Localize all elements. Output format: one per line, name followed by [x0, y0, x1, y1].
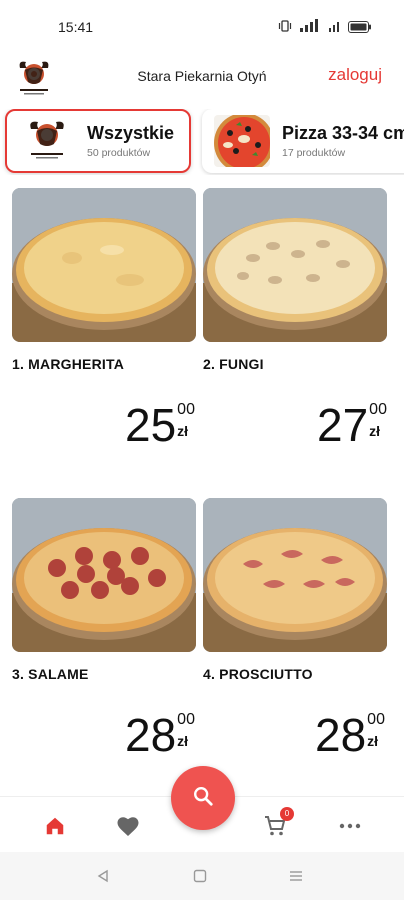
product-name: 3. SALAME	[12, 666, 89, 682]
back-icon[interactable]	[93, 866, 113, 886]
product-card[interactable]: 4. PROSCIUTTO	[203, 498, 387, 682]
price-currency: zł	[177, 733, 189, 749]
category-pizza-image	[214, 115, 270, 167]
category-count: 50 produktów	[87, 147, 151, 159]
vibrate-icon	[278, 19, 292, 38]
cart-icon[interactable]: 0	[262, 807, 294, 839]
product-name: 2. FUNGI	[203, 356, 264, 372]
category-card-pizza[interactable]: Pizza 33-34 cm 17 produktów	[202, 109, 404, 173]
product-price: 28 00 zł	[125, 709, 195, 761]
product-card[interactable]: 3. SALAME	[12, 498, 196, 682]
category-card-all[interactable]: Wszystkie 50 produktów	[5, 109, 191, 173]
category-name: Pizza 33-34 cm	[282, 123, 404, 143]
product-price: 25 00 zł	[125, 399, 195, 451]
product-image[interactable]	[203, 188, 387, 342]
home-system-icon[interactable]	[190, 866, 210, 886]
battery-icon	[348, 20, 372, 38]
product-name: 1. MARGHERITA	[12, 356, 125, 372]
product-image[interactable]	[12, 188, 196, 342]
app-header: Stara Piekarnia Otyń zaloguj	[0, 52, 404, 106]
price-currency: zł	[369, 423, 381, 439]
system-nav-bar	[0, 852, 404, 900]
status-icons	[278, 19, 372, 38]
product-name: 4. PROSCIUTTO	[203, 666, 313, 682]
category-strip[interactable]: Wszystkie 50 produktów Pizza 33-34 cm 17…	[0, 109, 404, 175]
product-price: 28 00 zł	[315, 709, 385, 761]
price-main: 25	[125, 399, 177, 451]
heart-icon[interactable]	[115, 813, 141, 839]
signal-icon	[298, 19, 322, 38]
status-bar: 15:41	[0, 0, 404, 52]
price-currency: zł	[177, 423, 189, 439]
more-icon[interactable]	[337, 813, 363, 839]
price-main: 27	[317, 399, 369, 451]
category-logo-icon	[19, 115, 75, 167]
search-fab-button[interactable]	[171, 766, 235, 830]
search-icon	[192, 785, 214, 812]
category-count: 17 produktów	[282, 147, 346, 159]
category-name: Wszystkie	[87, 123, 175, 143]
menu-system-icon[interactable]	[286, 866, 306, 886]
price-cents: 00	[367, 711, 385, 728]
product-price: 27 00 zł	[317, 399, 387, 451]
price-cents: 00	[177, 711, 195, 728]
price-main: 28	[125, 709, 177, 761]
status-time: 15:41	[58, 19, 94, 35]
price-main: 28	[315, 709, 367, 761]
price-cents: 00	[177, 401, 195, 418]
product-card[interactable]: 2. FUNGI	[203, 188, 387, 372]
wifi-icon	[328, 19, 342, 38]
home-icon[interactable]	[42, 813, 68, 839]
cart-badge: 0	[280, 807, 294, 821]
price-currency: zł	[367, 733, 379, 749]
product-image[interactable]	[12, 498, 196, 652]
price-cents: 00	[369, 401, 387, 418]
product-card[interactable]: 1. MARGHERITA	[12, 188, 196, 372]
login-link[interactable]: zaloguj	[328, 65, 382, 85]
product-image[interactable]	[203, 498, 387, 652]
